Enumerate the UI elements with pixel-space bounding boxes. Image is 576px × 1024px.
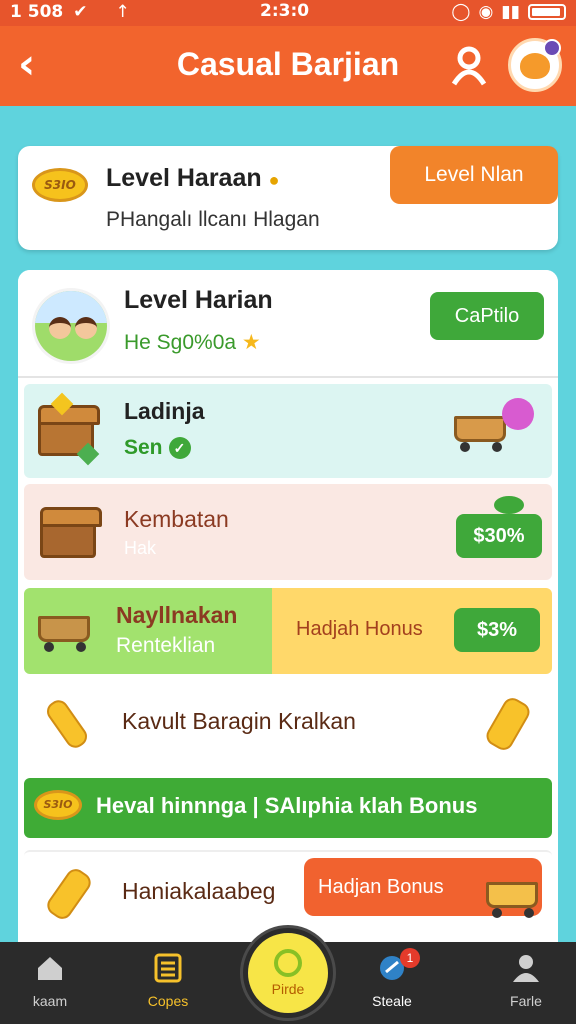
app-header: ‹ Casual Barjian: [0, 26, 576, 106]
level-card-title-text: Level Haraan: [106, 164, 262, 192]
kid-icon: [49, 317, 71, 339]
status-time: 2:3:0: [260, 1, 310, 21]
status-left-text: 1 508: [10, 2, 64, 22]
coin-badge: S3IO: [32, 168, 88, 202]
kid-icon: [75, 317, 97, 339]
nav-profile-label: Farle: [510, 993, 542, 1009]
nav-steale[interactable]: 1 Steale: [342, 948, 442, 1020]
level-button[interactable]: Level Nlan: [390, 146, 558, 204]
row-title: Kavult Baragin Kralkan: [122, 708, 356, 734]
check-icon: ✓: [168, 437, 191, 460]
gold-bars-icon: [476, 694, 536, 756]
nav-home-label: kaam: [32, 993, 68, 1009]
nav-home[interactable]: kaam: [0, 952, 100, 1020]
user-icon: [513, 955, 539, 982]
list-icon: [154, 953, 182, 983]
row-subtitle-text: Sen: [124, 436, 163, 459]
user-icon[interactable]: [448, 44, 490, 86]
notification-dot: [543, 39, 561, 57]
balloon-icon: [502, 398, 534, 430]
reward-row[interactable]: Nayllnakan Renteklian Hadjah Honus $3%: [24, 588, 552, 674]
row-subtitle: Hak: [124, 538, 157, 558]
circle-icon: [274, 949, 302, 977]
reward-row[interactable]: Ladinja Sen ✓: [24, 384, 552, 478]
row-title: Kembatan: [124, 506, 229, 532]
battery-icon: [528, 4, 566, 20]
wifi-icon: ◉: [478, 2, 494, 22]
avatar-face: [520, 53, 550, 79]
home-icon: [38, 957, 62, 980]
level-card: S3IO Level Haraan ● PHangalı llcanı Hlag…: [18, 146, 558, 250]
avatar-sky: [35, 291, 107, 323]
signal-icon: ▮▮: [501, 2, 520, 22]
notification-icon: ✔: [73, 2, 88, 22]
star-icon: ★: [241, 331, 261, 354]
level-harian-title: Level Harian: [124, 286, 273, 314]
shopping-cart-icon: [450, 408, 510, 452]
bonus-label: Hadjah Honus: [296, 618, 423, 640]
level-harian-subtitle: He Sg0%0a ★: [124, 330, 261, 355]
price-badge[interactable]: $30%: [456, 514, 542, 558]
nav-copes-label: Copes: [147, 993, 189, 1009]
reward-row[interactable]: Haniakalaabeg Hadjan Bonus: [24, 850, 552, 934]
nav-profile[interactable]: Farle: [476, 952, 576, 1020]
coin-badge: S3IO: [34, 790, 82, 820]
nav-center-button[interactable]: Pirde: [243, 928, 333, 1018]
shopping-cart-icon: [34, 608, 94, 652]
gold-bars-icon: [38, 864, 98, 924]
avatar[interactable]: [508, 38, 562, 92]
emoji-icon: ●: [268, 170, 280, 190]
status-bar: 1 508 ✔ ↑ 2:3:0 ◯ ◉ ▮▮: [0, 0, 576, 26]
bandage-icon: [40, 696, 100, 756]
treasure-chest-icon: [34, 392, 100, 466]
level-harian-subtitle-text: He Sg0%0a: [124, 331, 237, 354]
row-title: Haniakalaabeg: [122, 878, 276, 904]
nav-center-label: Pirde: [271, 981, 305, 997]
gift-cart-icon: [482, 874, 542, 918]
price-badge[interactable]: $3%: [454, 608, 540, 652]
reward-row[interactable]: Kembatan Hak $30%: [24, 484, 552, 580]
row-subtitle: Renteklian: [116, 634, 216, 657]
level-card-title: Level Haraan ●: [106, 164, 279, 193]
reward-row[interactable]: Kavult Baragin Kralkan: [24, 682, 552, 770]
kids-avatar-icon: [32, 288, 110, 364]
row-title: Nayllnakan: [116, 602, 238, 628]
row-subtitle: Sen ✓: [124, 436, 191, 460]
bonus-banner[interactable]: S3IO Heval hinnnga | SAlıphia klah Bonus: [24, 778, 552, 838]
capture-button[interactable]: CaPtilo: [430, 292, 544, 340]
level-card-subtitle: PHangalı llcanı Hlagan: [106, 208, 320, 231]
row-title: Ladinja: [124, 398, 205, 424]
box-icon: [36, 504, 102, 562]
level-harian-row: Level Harian He Sg0%0a ★ CaPtilo: [18, 270, 558, 378]
rewards-panel: Level Harian He Sg0%0a ★ CaPtilo Ladinja…: [18, 270, 558, 960]
alarm-icon: ◯: [451, 2, 471, 22]
nav-copes[interactable]: Copes: [118, 952, 218, 1020]
nav-steale-label: Steale: [372, 993, 412, 1009]
signal-mini-icon: ↑: [115, 2, 130, 22]
notification-badge: 1: [400, 948, 420, 968]
bonus-banner-text: Heval hinnnga | SAlıphia klah Bonus: [96, 793, 478, 818]
leaf-icon: [494, 496, 524, 514]
